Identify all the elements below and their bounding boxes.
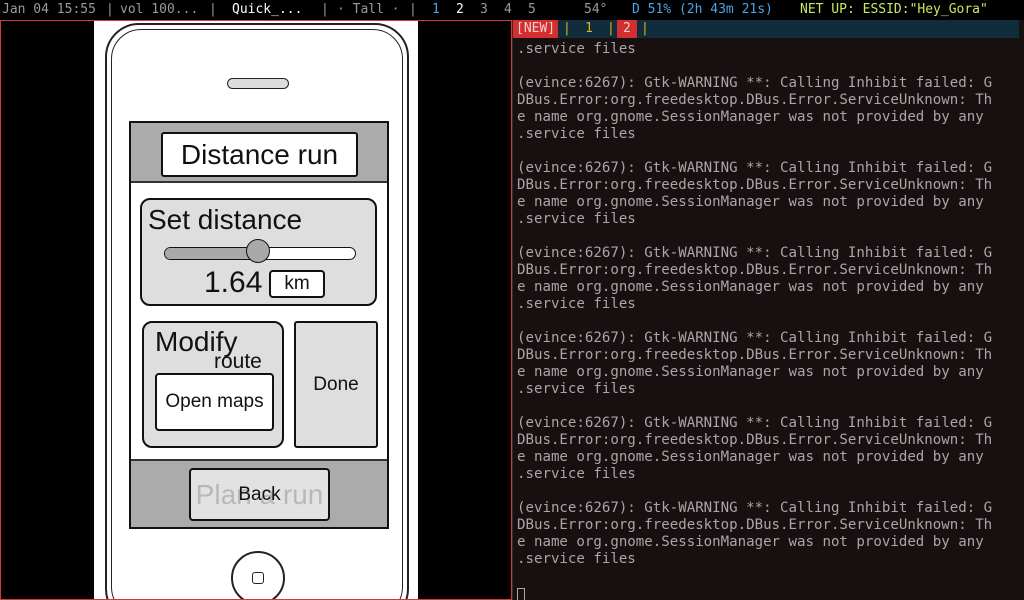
screen-footer: Plan a run Back [131, 459, 387, 527]
terminal-cursor [517, 588, 525, 600]
home-square-icon [252, 572, 264, 584]
terminal-line: .service files [517, 466, 636, 482]
terminal-line: (evince:6267): Gtk-WARNING **: Calling I… [517, 245, 993, 261]
workspace-3[interactable]: 3 [480, 0, 488, 20]
terminal-line: (evince:6267): Gtk-WARNING **: Calling I… [517, 415, 993, 431]
workspace-1[interactable]: 1 [432, 0, 440, 20]
active-window-title: Quick_... [232, 2, 303, 17]
back-button[interactable]: Plan a run Back [189, 468, 330, 521]
terminal-line: e name org.gnome.SessionManager was not … [517, 449, 984, 465]
battery-indicator: D 51% (2h 43m 21s) [632, 2, 773, 17]
network-indicator: NET UP: ESSID:"Hey_Gora" [800, 2, 988, 17]
terminal-line: (evince:6267): Gtk-WARNING **: Calling I… [517, 75, 993, 91]
terminal-line: .service files [517, 551, 636, 567]
terminal-line: DBus.Error:org.freedesktop.DBus.Error.Se… [517, 347, 993, 363]
tab-separator: | [563, 21, 571, 36]
status-bar: Jan 04 15:55 | vol 100... | Quick_... | … [0, 0, 1024, 20]
terminal-line: e name org.gnome.SessionManager was not … [517, 194, 984, 210]
terminal-line: .service files [517, 381, 636, 397]
back-button-label: Back [238, 484, 281, 505]
terminal-line: e name org.gnome.SessionManager was not … [517, 364, 984, 380]
done-button[interactable]: Done [294, 321, 378, 448]
tab-2[interactable]: 2 [617, 20, 637, 38]
screen-title: Distance run [161, 132, 358, 177]
terminal-line: (evince:6267): Gtk-WARNING **: Calling I… [517, 330, 993, 346]
speaker-slot [227, 78, 289, 89]
terminal-line: .service files [517, 41, 636, 57]
distance-panel: Set distance 1.64 km [140, 198, 377, 306]
terminal-line: e name org.gnome.SessionManager was not … [517, 534, 984, 550]
clock: Jan 04 15:55 [2, 2, 96, 17]
distance-value: 1.64 [204, 266, 263, 299]
terminal-line: DBus.Error:org.freedesktop.DBus.Error.Se… [517, 177, 993, 193]
terminal-line: .service files [517, 296, 636, 312]
tab-separator: | [641, 21, 649, 36]
route-label: route [214, 350, 262, 373]
terminal-line: .service files [517, 126, 636, 142]
phone-outline: Distance run Set distance 1.64 km Modify… [105, 23, 409, 599]
separator: | [209, 2, 217, 17]
open-maps-button[interactable]: Open maps [155, 373, 274, 431]
terminal-line: e name org.gnome.SessionManager was not … [517, 109, 984, 125]
terminal-line: DBus.Error:org.freedesktop.DBus.Error.Se… [517, 517, 993, 533]
slider-thumb[interactable] [246, 239, 271, 263]
tab-separator: | [607, 21, 615, 36]
phone-screen: Distance run Set distance 1.64 km Modify… [129, 121, 389, 529]
terminal-line: DBus.Error:org.freedesktop.DBus.Error.Se… [517, 92, 993, 108]
mockup-image: Distance run Set distance 1.64 km Modify… [94, 21, 418, 599]
layout-indicator[interactable]: · Tall · [337, 0, 400, 20]
home-button [231, 551, 285, 599]
temperature-indicator: 54° [584, 2, 608, 17]
terminal-line: .service files [517, 211, 636, 227]
modify-route-panel: Modify route Open maps [142, 321, 284, 448]
workspace-4[interactable]: 4 [504, 0, 512, 20]
terminal-line: DBus.Error:org.freedesktop.DBus.Error.Se… [517, 432, 993, 448]
separator: | [106, 2, 114, 17]
terminal-output: .service files (evince:6267): Gtk-WARNIN… [517, 41, 1023, 568]
terminal-tabbar: [NEW] | 1 | 2 | [513, 20, 1019, 38]
unit-selector[interactable]: km [269, 270, 325, 298]
terminal-window[interactable]: [NEW] | 1 | 2 | .service files (evince:6… [512, 20, 1024, 600]
workspace-5[interactable]: 5 [528, 0, 536, 20]
separator: | [409, 2, 417, 17]
terminal-line: (evince:6267): Gtk-WARNING **: Calling I… [517, 160, 993, 176]
image-viewer-window[interactable]: Distance run Set distance 1.64 km Modify… [0, 20, 512, 600]
tab-1[interactable]: 1 [585, 20, 593, 38]
tab-new[interactable]: [NEW] [513, 20, 559, 38]
terminal-line: DBus.Error:org.freedesktop.DBus.Error.Se… [517, 262, 993, 278]
terminal-line: e name org.gnome.SessionManager was not … [517, 279, 984, 295]
set-distance-label: Set distance [148, 204, 303, 235]
terminal-line: (evince:6267): Gtk-WARNING **: Calling I… [517, 500, 993, 516]
volume-indicator[interactable]: vol 100... [120, 0, 198, 20]
separator: | [321, 2, 329, 17]
workspace-2[interactable]: 2 [456, 0, 464, 20]
screen-header: Distance run [131, 123, 387, 183]
slider-fill [165, 248, 259, 259]
